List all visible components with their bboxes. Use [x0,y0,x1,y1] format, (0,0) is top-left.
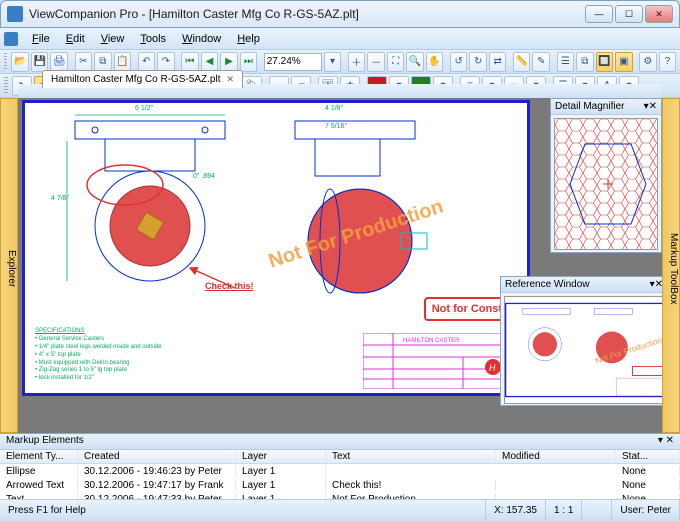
compare-button[interactable]: ⧉ [576,52,594,72]
svg-text:HAMILTON CASTER: HAMILTON CASTER [403,338,460,344]
file-tab-label: Hamilton Caster Mfg Co R-GS-5AZ.plt [51,74,221,85]
settings-button[interactable]: ⚙ [639,52,657,72]
dim-left-height: 4 7/8" [51,195,69,202]
caster-side-view [275,111,475,311]
pan-button[interactable]: ✋ [426,52,444,72]
col-layer: Layer [236,451,326,462]
magnifier-title: Detail Magnifier [555,101,624,112]
nav-prev-button[interactable]: ◀ [201,52,219,72]
magnifier-options-icon[interactable]: ▾✕ [644,101,657,112]
window-title: ViewCompanion Pro - [Hamilton Caster Mfg… [29,7,585,21]
markup-panel-title: Markup Elements [6,435,84,448]
tab-close-icon[interactable]: ✕ [227,74,235,85]
menu-window[interactable]: Window [174,31,229,47]
menu-view[interactable]: View [93,31,133,47]
magnifier-toggle[interactable]: 🔲 [596,52,614,72]
markup-table-header[interactable]: Element Ty... Created Layer Text Modifie… [0,450,680,464]
tab-strip: Hamilton Caster Mfg Co R-GS-5AZ.plt ✕ [18,84,662,98]
toolbar-grip-2[interactable] [4,77,8,95]
maximize-button[interactable]: ☐ [615,5,643,23]
reference-toggle[interactable]: ▣ [615,52,633,72]
col-created: Created [78,451,236,462]
toolbar-grip[interactable] [4,53,7,71]
minimize-button[interactable]: — [585,5,613,23]
svg-text:H: H [489,363,496,373]
col-type: Element Ty... [0,451,78,462]
reference-window-panel[interactable]: Reference Window ▾✕ Not For Production [500,276,662,406]
markup-button[interactable]: ✎ [532,52,550,72]
print-button[interactable]: 🖨 [50,52,68,72]
reference-options-icon[interactable]: ▾✕ [650,279,662,290]
col-status: Stat... [616,451,680,462]
status-x: X: 157.35 [486,500,546,521]
status-ratio: 1 : 1 [546,500,582,521]
dim-thickness: 0" .894 [193,173,215,180]
status-help: Press F1 for Help [0,500,486,521]
specifications-block: SPECIFICATIONS • General Service Casters… [35,328,162,383]
work-area[interactable]: 6 1/2" 4 7/8" 0" .894 4 1/8" 7 5/16" Not… [18,98,662,433]
rotate-right-button[interactable]: ↻ [469,52,487,72]
dim-side-total: 7 5/16" [325,123,347,130]
markup-panel-controls[interactable]: ▾ ✕ [658,435,674,448]
cut-button[interactable]: ✂ [75,52,93,72]
markup-elements-panel: Markup Elements ▾ ✕ Element Ty... Created… [0,433,680,499]
menu-tools[interactable]: Tools [132,31,174,47]
zoom-fit-button[interactable]: ⛶ [387,52,405,72]
ellipse-markup[interactable] [85,163,165,208]
menu-help[interactable]: Help [229,31,268,47]
col-text: Text [326,451,496,462]
mirror-button[interactable]: ⇄ [489,52,507,72]
app-icon [7,6,23,22]
save-button[interactable]: 💾 [31,52,49,72]
arrow-markup[interactable] [185,263,245,293]
zoom-dropdown[interactable]: ▾ [324,52,342,72]
table-row[interactable]: Arrowed Text30.12.2006 - 19:47:17 by Fra… [0,478,680,492]
zoom-in-button[interactable]: ＋ [348,52,366,72]
menu-edit[interactable]: Edit [58,31,93,47]
measure-button[interactable]: 📏 [513,52,531,72]
layers-button[interactable]: ☰ [557,52,575,72]
reference-view[interactable]: Not For Production [504,296,662,404]
drawing-canvas[interactable]: 6 1/2" 4 7/8" 0" .894 4 1/8" 7 5/16" Not… [22,100,530,396]
titlebar: ViewCompanion Pro - [Hamilton Caster Mfg… [0,0,680,28]
menu-file[interactable]: File [24,31,58,47]
spec-title: SPECIFICATIONS [35,328,162,336]
explorer-tab[interactable]: Explorer [0,98,18,433]
status-bar: Press F1 for Help X: 157.35 1 : 1 User: … [0,499,680,521]
help-button[interactable]: ? [659,52,677,72]
rotate-left-button[interactable]: ↺ [450,52,468,72]
file-tab[interactable]: Hamilton Caster Mfg Co R-GS-5AZ.plt ✕ [42,70,243,88]
detail-magnifier-panel[interactable]: Detail Magnifier ▾✕ [550,98,662,253]
dim-top-width: 6 1/2" [135,105,153,112]
main-area: Explorer 6 1/2" 4 7/8" 0" .894 [0,98,680,433]
markup-toolbox-tab[interactable]: Markup ToolBox [662,98,680,433]
table-row[interactable]: Ellipse30.12.2006 - 19:46:23 by PeterLay… [0,464,680,478]
dim-side-width: 4 1/8" [325,105,343,112]
zoom-region-button[interactable]: 🔍 [406,52,424,72]
zoom-out-button[interactable]: － [367,52,385,72]
menubar: File Edit View Tools Window Help [0,28,680,50]
copy-button[interactable]: ⧉ [94,52,112,72]
undo-button[interactable]: ↶ [138,52,156,72]
col-modified: Modified [496,451,616,462]
nav-first-button[interactable]: ⏮ [181,52,199,72]
status-user: User: Peter [612,500,680,521]
close-button[interactable]: ✕ [645,5,673,23]
magnifier-view[interactable] [554,118,658,250]
paste-button[interactable]: 📋 [114,52,132,72]
system-menu-icon[interactable] [4,32,18,46]
zoom-combo[interactable] [264,53,322,71]
reference-title: Reference Window [505,279,589,290]
nav-last-button[interactable]: ⏭ [240,52,258,72]
open-button[interactable]: 📂 [11,52,29,72]
nav-next-button[interactable]: ▶ [220,52,238,72]
redo-button[interactable]: ↷ [157,52,175,72]
title-block: HAMILTON CASTER H [363,333,523,389]
status-progress [582,500,612,521]
